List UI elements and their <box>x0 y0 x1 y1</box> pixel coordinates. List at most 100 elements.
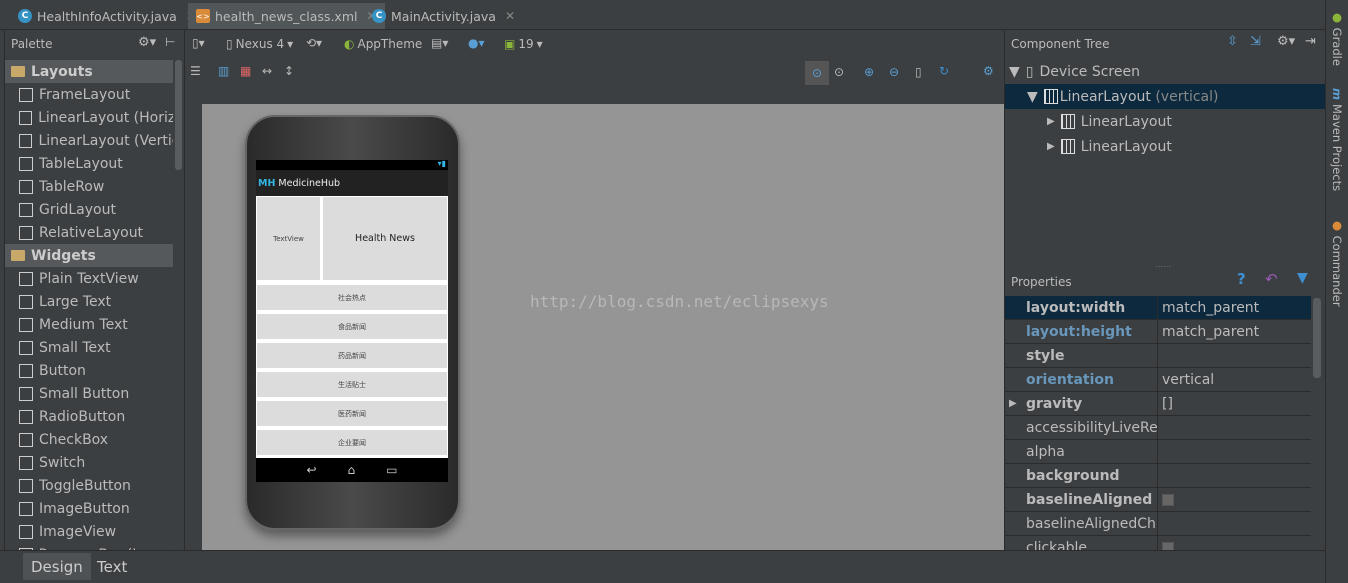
palette-item[interactable]: GridLayout <box>5 198 173 221</box>
palette-item[interactable]: Small Text <box>5 336 173 359</box>
palette-item[interactable]: CheckBox <box>5 428 173 451</box>
tree-linearlayout-1[interactable]: ▶ LinearLayout <box>1005 109 1326 134</box>
palette-item[interactable]: ImageView <box>5 520 173 543</box>
widget-icon <box>19 524 33 539</box>
api-selector[interactable]: ▣ 19 ▾ <box>504 37 543 51</box>
home-icon[interactable]: ⌂ <box>348 463 356 477</box>
palette-item[interactable]: Small Button <box>5 382 173 405</box>
property-row[interactable]: layout:width match_parent <box>1005 296 1311 320</box>
zoom-out-icon[interactable]: ⊖ <box>889 65 899 79</box>
property-row[interactable]: alpha <box>1005 440 1311 464</box>
remove-weights-icon[interactable]: ▦ <box>240 64 251 78</box>
palette-item[interactable]: ImageButton <box>5 497 173 520</box>
tree-linearlayout-2[interactable]: ▶ LinearLayout <box>1005 134 1326 159</box>
tree-device-screen[interactable]: ▼ ▯ Device Screen <box>1005 59 1326 84</box>
splitter-handle[interactable]: ⋯⋯ <box>1155 262 1171 271</box>
maven-tool[interactable]: m Maven Projects <box>1330 88 1344 191</box>
back-icon[interactable]: ↩ <box>306 463 316 477</box>
palette-item[interactable]: Medium Text <box>5 313 173 336</box>
help-icon[interactable]: ? <box>1237 270 1246 288</box>
expand-arrow-icon[interactable]: ▶ <box>1009 398 1017 409</box>
news-category-button[interactable]: 企业要闻 <box>257 430 447 455</box>
expand-arrow-icon[interactable]: ▶ <box>1047 116 1055 127</box>
properties-scrollbar[interactable] <box>1313 298 1321 378</box>
zoom-actual-icon[interactable]: ⊙ <box>834 65 844 79</box>
tab-healthinfoactivity[interactable]: CHealthInfoActivity.java✕ <box>10 3 204 29</box>
settings-gear-icon[interactable]: ⚙ <box>983 64 994 78</box>
palette-item[interactable]: LinearLayout (Horizo <box>5 106 173 129</box>
textview[interactable]: TextView <box>257 197 320 280</box>
fill-height-icon[interactable]: ↕ <box>284 64 294 78</box>
palette-item[interactable]: FrameLayout <box>5 83 173 106</box>
orientation-icon[interactable]: ⟲▾ <box>306 36 322 50</box>
health-news-header[interactable]: Health News <box>323 197 447 280</box>
news-category-button[interactable]: 医药新闻 <box>257 401 447 426</box>
commander-tool[interactable]: ● Commander <box>1330 218 1344 307</box>
tree-linearlayout-vertical[interactable]: ▼ LinearLayout (vertical) <box>1005 84 1326 109</box>
tab-design[interactable]: Design <box>23 553 91 580</box>
palette-item[interactable]: TableLayout <box>5 152 173 175</box>
collapse-all-icon[interactable]: ⇲ <box>1250 34 1261 49</box>
refresh-icon[interactable]: ↻ <box>939 64 949 78</box>
property-row[interactable]: ▶ gravity [] <box>1005 392 1311 416</box>
property-row[interactable]: layout:height match_parent <box>1005 320 1311 344</box>
hide-panel-icon[interactable]: ⊢ <box>165 35 175 49</box>
palette-item[interactable]: RadioButton <box>5 405 173 428</box>
fill-width-icon[interactable]: ↔ <box>262 64 272 78</box>
zoom-fit-icon[interactable]: ⊙ <box>805 61 829 85</box>
palette-section-widgets[interactable]: Widgets <box>5 244 173 267</box>
linearlayout-icon <box>1060 139 1075 154</box>
property-value[interactable]: match_parent <box>1162 300 1259 316</box>
property-row[interactable]: style <box>1005 344 1311 368</box>
palette-item[interactable]: Switch <box>5 451 173 474</box>
screenshot-icon[interactable]: ▯ <box>915 65 922 79</box>
palette-item[interactable]: Plain TextView <box>5 267 173 290</box>
property-value[interactable]: [] <box>1162 396 1173 412</box>
property-value[interactable]: vertical <box>1162 372 1214 388</box>
news-category-button[interactable]: 食品新闻 <box>257 314 447 339</box>
property-row[interactable]: accessibilityLiveReg <box>1005 416 1311 440</box>
theme-selector[interactable]: ◐ AppTheme <box>344 37 422 51</box>
news-category-button[interactable]: 社会热点 <box>257 285 447 310</box>
layout-vertical-icon[interactable]: ☰ <box>190 64 201 78</box>
layout-horizontal-icon[interactable]: ▥ <box>218 64 229 78</box>
expand-all-icon[interactable]: ⇳ <box>1227 34 1238 49</box>
news-category-button[interactable]: 生活贴士 <box>257 372 447 397</box>
palette-scrollbar[interactable] <box>175 60 182 170</box>
undo-icon[interactable]: ↶ <box>1265 270 1278 288</box>
tab-health-news-class[interactable]: <>health_news_class.xml✕ <box>188 3 385 29</box>
tab-mainactivity[interactable]: C MainActivity.java ✕ <box>364 3 523 29</box>
palette-item[interactable]: LinearLayout (Vertic <box>5 129 173 152</box>
property-row[interactable]: orientation vertical <box>1005 368 1311 392</box>
palette-item[interactable]: ToggleButton <box>5 474 173 497</box>
zoom-in-icon[interactable]: ⊕ <box>864 65 874 79</box>
device-selector[interactable]: ▯ Nexus 4 ▾ <box>226 37 293 51</box>
checkbox[interactable] <box>1162 493 1174 506</box>
hide-panel-icon[interactable]: ⇥ <box>1305 34 1316 49</box>
property-name: style <box>1026 347 1065 364</box>
property-value[interactable]: match_parent <box>1162 324 1259 340</box>
palette-section-layouts[interactable]: Layouts <box>5 60 173 83</box>
palette-item[interactable]: Button <box>5 359 173 382</box>
phone-screen[interactable]: ▾▮ MH MedicineHub TextView Health News 社… <box>256 159 448 482</box>
gear-icon[interactable]: ⚙▾ <box>1277 34 1295 49</box>
tab-text[interactable]: Text <box>89 553 135 580</box>
property-row[interactable]: baselineAligned <box>1005 488 1311 512</box>
gradle-tool[interactable]: ● Gradle <box>1330 10 1344 66</box>
device-config-icon[interactable]: ▯▾ <box>192 36 205 50</box>
gear-icon[interactable]: ⚙▾ <box>138 35 156 50</box>
locale-globe-icon[interactable]: ●▾ <box>468 36 485 50</box>
news-category-button[interactable]: 药品新闻 <box>257 343 447 368</box>
close-icon[interactable]: ✕ <box>505 9 515 23</box>
property-row[interactable]: baselineAlignedChi <box>1005 512 1311 536</box>
expand-arrow-icon[interactable]: ▶ <box>1047 141 1055 152</box>
recents-icon[interactable]: ▭ <box>386 463 397 477</box>
palette-item[interactable]: Large Text <box>5 290 173 313</box>
activity-icon[interactable]: ▤▾ <box>431 36 448 50</box>
palette-item[interactable]: TableRow <box>5 175 173 198</box>
expand-arrow-icon[interactable]: ▼ <box>1027 89 1038 105</box>
expand-arrow-icon[interactable]: ▼ <box>1009 64 1020 80</box>
filter-icon[interactable]: ▼ <box>1297 270 1308 286</box>
palette-item[interactable]: RelativeLayout <box>5 221 173 244</box>
property-row[interactable]: background <box>1005 464 1311 488</box>
